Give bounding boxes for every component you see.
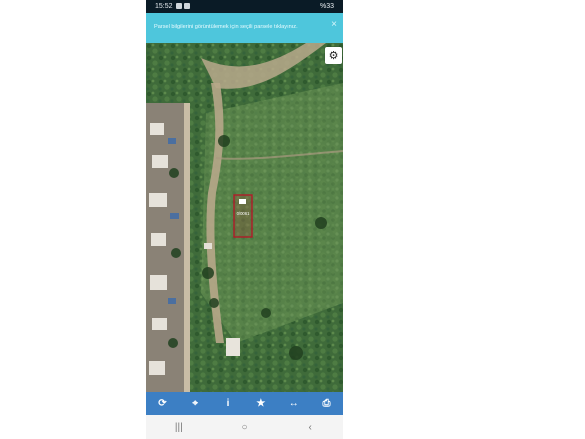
refresh-icon[interactable]: ⟳ xyxy=(152,394,172,414)
info-banner: Parsel bilgilerini görüntülemek için seç… xyxy=(146,13,343,43)
system-nav-bar: ||| ○ ‹ xyxy=(146,415,343,439)
gear-icon[interactable]: ⚙ xyxy=(325,47,342,64)
info-icon[interactable]: i xyxy=(218,394,238,414)
locate-icon[interactable]: ⌖ xyxy=(185,394,205,414)
print-icon[interactable]: ⎙ xyxy=(317,394,337,414)
parcel-label: 0/0061 xyxy=(237,211,250,216)
satellite-map[interactable]: 0/0061 xyxy=(146,43,343,392)
parcel-marker xyxy=(239,199,246,204)
battery-percent: %33 xyxy=(319,3,334,10)
home-icon[interactable]: ○ xyxy=(232,417,256,437)
notification-icons xyxy=(176,3,190,9)
map-imagery: 0/0061 xyxy=(146,43,343,392)
close-icon[interactable]: × xyxy=(331,19,337,31)
measure-icon[interactable]: ↔ xyxy=(284,394,304,414)
status-time: 15:52 xyxy=(155,3,173,10)
phone-screen: 15:52 %33 Parsel bilgilerini görüntüleme… xyxy=(146,0,343,439)
image-notification-icon xyxy=(176,3,182,9)
recent-apps-icon[interactable]: ||| xyxy=(167,417,191,437)
app-notification-icon xyxy=(184,3,190,9)
back-icon[interactable]: ‹ xyxy=(298,417,322,437)
bottom-toolbar: ⟳ ⌖ i ★ ↔ ⎙ xyxy=(146,392,343,415)
status-bar: 15:52 %33 xyxy=(146,0,343,13)
banner-message: Parsel bilgilerini görüntülemek için seç… xyxy=(154,24,298,30)
star-icon[interactable]: ★ xyxy=(251,394,271,414)
